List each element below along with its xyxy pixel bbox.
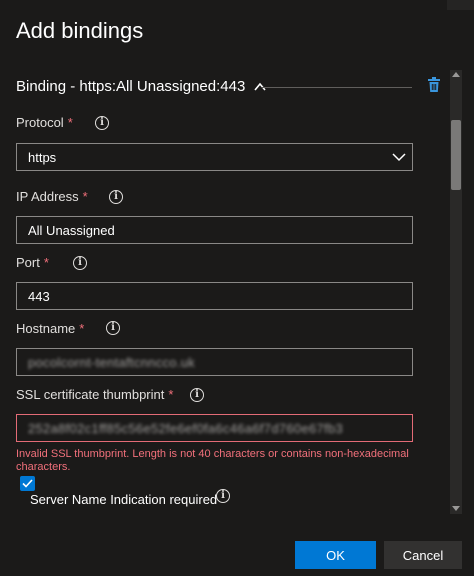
section-divider — [262, 87, 412, 88]
protocol-select[interactable]: https — [16, 143, 413, 171]
dialog-title: Add bindings — [16, 18, 144, 43]
binding-section-header[interactable]: Binding - https:All Unassigned:443 — [16, 78, 267, 95]
hostname-field[interactable]: pocolcornt-tentaftcnncco.uk — [16, 348, 413, 376]
chevron-down-icon — [392, 153, 406, 162]
add-bindings-dialog: Add bindings Binding - https:All Unassig… — [0, 0, 474, 576]
info-icon[interactable]: i — [95, 116, 109, 130]
ssl-thumbprint-field[interactable]: 252a8f02c1ff85c56e52fe6ef0fa6c46a6f7d760… — [16, 414, 413, 442]
sni-checkbox[interactable] — [20, 476, 35, 491]
required-marker: * — [67, 115, 73, 130]
info-icon[interactable]: i — [106, 321, 120, 335]
info-icon[interactable]: i — [190, 388, 204, 402]
protocol-value: https — [28, 149, 57, 165]
scrollbar-thumb[interactable] — [451, 120, 461, 190]
checkmark-icon — [22, 479, 33, 488]
required-marker: * — [168, 387, 174, 402]
port-label: Port * — [16, 255, 49, 270]
ip-address-field[interactable]: All Unassigned — [16, 216, 413, 244]
hostname-label: Hostname * — [16, 321, 85, 336]
window-edge — [447, 0, 474, 10]
info-icon[interactable]: i — [109, 190, 123, 204]
binding-section-title: Binding - https:All Unassigned:443 — [16, 78, 246, 95]
ssl-thumbprint-label: SSL certificate thumbprint * — [16, 387, 174, 402]
info-icon[interactable]: i — [216, 489, 230, 503]
protocol-label: Protocol * — [16, 115, 73, 130]
required-marker: * — [82, 189, 88, 204]
sni-label: Server Name Indication required — [30, 492, 218, 507]
scroll-down-arrow[interactable] — [452, 506, 460, 511]
required-marker: * — [79, 321, 85, 336]
ssl-thumbprint-error: Invalid SSL thumbprint. Length is not 40… — [16, 448, 409, 473]
cancel-button[interactable]: Cancel — [384, 541, 462, 569]
ip-address-label: IP Address * — [16, 189, 88, 204]
port-field[interactable]: 443 — [16, 282, 413, 310]
required-marker: * — [43, 255, 49, 270]
ok-button[interactable]: OK — [295, 541, 376, 569]
info-icon[interactable]: i — [73, 256, 87, 270]
trash-icon[interactable] — [427, 77, 441, 93]
scroll-up-arrow[interactable] — [452, 72, 460, 77]
